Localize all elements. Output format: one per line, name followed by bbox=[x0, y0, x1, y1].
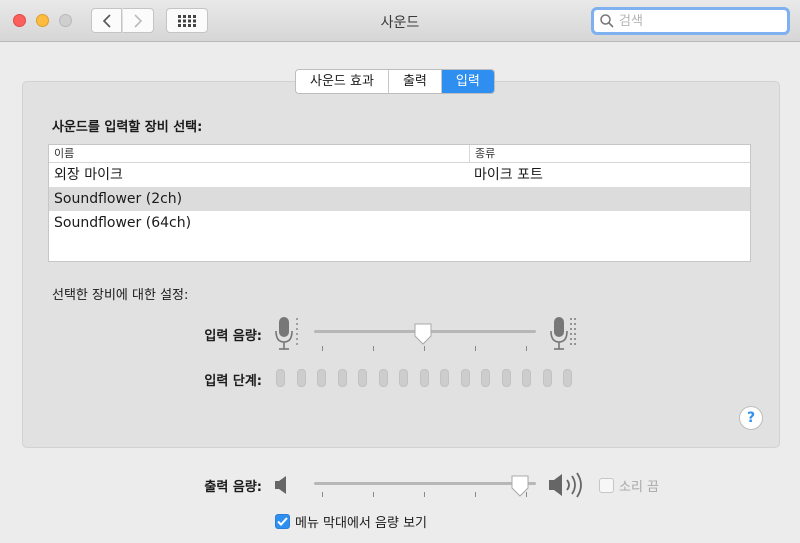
device-table[interactable]: 이름 종류 외장 마이크 마이크 포트 Soundflower (2ch) So… bbox=[48, 144, 751, 262]
checkmark-icon bbox=[277, 517, 288, 526]
slider-tick bbox=[475, 346, 476, 351]
mute-label: 소리 끔 bbox=[619, 480, 660, 495]
tab-input[interactable]: 입력 bbox=[441, 70, 494, 93]
output-volume-track[interactable] bbox=[314, 482, 536, 485]
slider-tick bbox=[526, 346, 527, 351]
level-meter-bar bbox=[337, 369, 347, 387]
column-header-type[interactable]: 종류 bbox=[469, 145, 750, 162]
search-field[interactable] bbox=[591, 7, 790, 35]
device-type bbox=[469, 211, 750, 235]
tab-bar: 사운드 효과 출력 입력 bbox=[295, 69, 495, 94]
settings-title: 선택한 장비에 대한 설정: bbox=[52, 288, 189, 303]
speaker-low-icon bbox=[275, 476, 286, 494]
device-section-title: 사운드를 입력할 장비 선택: bbox=[52, 120, 203, 135]
level-meter-bar bbox=[440, 369, 449, 387]
level-meter-bar bbox=[296, 369, 306, 387]
level-meter-bar bbox=[399, 369, 408, 387]
help-button[interactable]: ? bbox=[739, 406, 763, 430]
level-meter-bar bbox=[460, 369, 470, 387]
slider-tick bbox=[373, 346, 374, 351]
device-name: Soundflower (64ch) bbox=[54, 215, 192, 231]
slider-tick bbox=[322, 346, 323, 351]
level-meter-bar bbox=[419, 369, 429, 387]
table-row[interactable]: 외장 마이크 마이크 포트 bbox=[49, 163, 750, 187]
level-meter-bar bbox=[501, 369, 511, 387]
column-header-name[interactable]: 이름 bbox=[49, 145, 469, 162]
output-volume-knob[interactable] bbox=[510, 474, 530, 498]
slider-tick bbox=[424, 492, 425, 497]
mic-high-icon bbox=[550, 317, 576, 350]
output-volume-label: 출력 음량: bbox=[204, 480, 262, 495]
title-bar: 사운드 bbox=[0, 0, 800, 42]
speaker-high-icon bbox=[549, 472, 582, 498]
slider-tick bbox=[373, 492, 374, 497]
input-level-label: 입력 단계: bbox=[204, 374, 262, 389]
mic-low-icon bbox=[275, 317, 298, 350]
show-volume-in-menubar-checkbox[interactable]: 메뉴 막대에서 음량 보기 bbox=[275, 512, 427, 531]
tab-sound-effects[interactable]: 사운드 효과 bbox=[296, 70, 389, 93]
input-volume-label: 입력 음량: bbox=[204, 329, 262, 344]
device-type bbox=[469, 187, 750, 211]
device-name: 외장 마이크 bbox=[54, 167, 123, 183]
table-header: 이름 종류 bbox=[49, 145, 750, 163]
search-input[interactable] bbox=[619, 13, 769, 29]
table-row[interactable]: Soundflower (64ch) bbox=[49, 211, 750, 235]
tab-output[interactable]: 출력 bbox=[388, 70, 442, 93]
slider-tick bbox=[424, 346, 425, 351]
search-icon bbox=[600, 14, 614, 28]
table-row[interactable]: Soundflower (2ch) bbox=[49, 187, 750, 211]
mute-checkbox-box[interactable] bbox=[599, 478, 614, 493]
level-meter-bar bbox=[563, 369, 572, 387]
level-meter-bar bbox=[358, 369, 367, 387]
device-name: Soundflower (2ch) bbox=[54, 191, 183, 207]
menubar-label: 메뉴 막대에서 음량 보기 bbox=[295, 516, 427, 531]
level-meter-bar bbox=[542, 369, 552, 387]
level-meter-bar bbox=[276, 369, 285, 387]
level-meter-bar bbox=[317, 369, 326, 387]
level-meter-bar bbox=[378, 369, 388, 387]
level-meter-bar bbox=[522, 369, 531, 387]
input-panel bbox=[22, 81, 780, 448]
mute-checkbox[interactable]: 소리 끔 bbox=[599, 476, 659, 495]
level-meter-bar bbox=[481, 369, 490, 387]
device-type: 마이크 포트 bbox=[474, 167, 543, 183]
slider-tick bbox=[475, 492, 476, 497]
menubar-checkbox-box[interactable] bbox=[275, 514, 290, 529]
input-volume-knob[interactable] bbox=[413, 322, 433, 346]
slider-tick bbox=[322, 492, 323, 497]
